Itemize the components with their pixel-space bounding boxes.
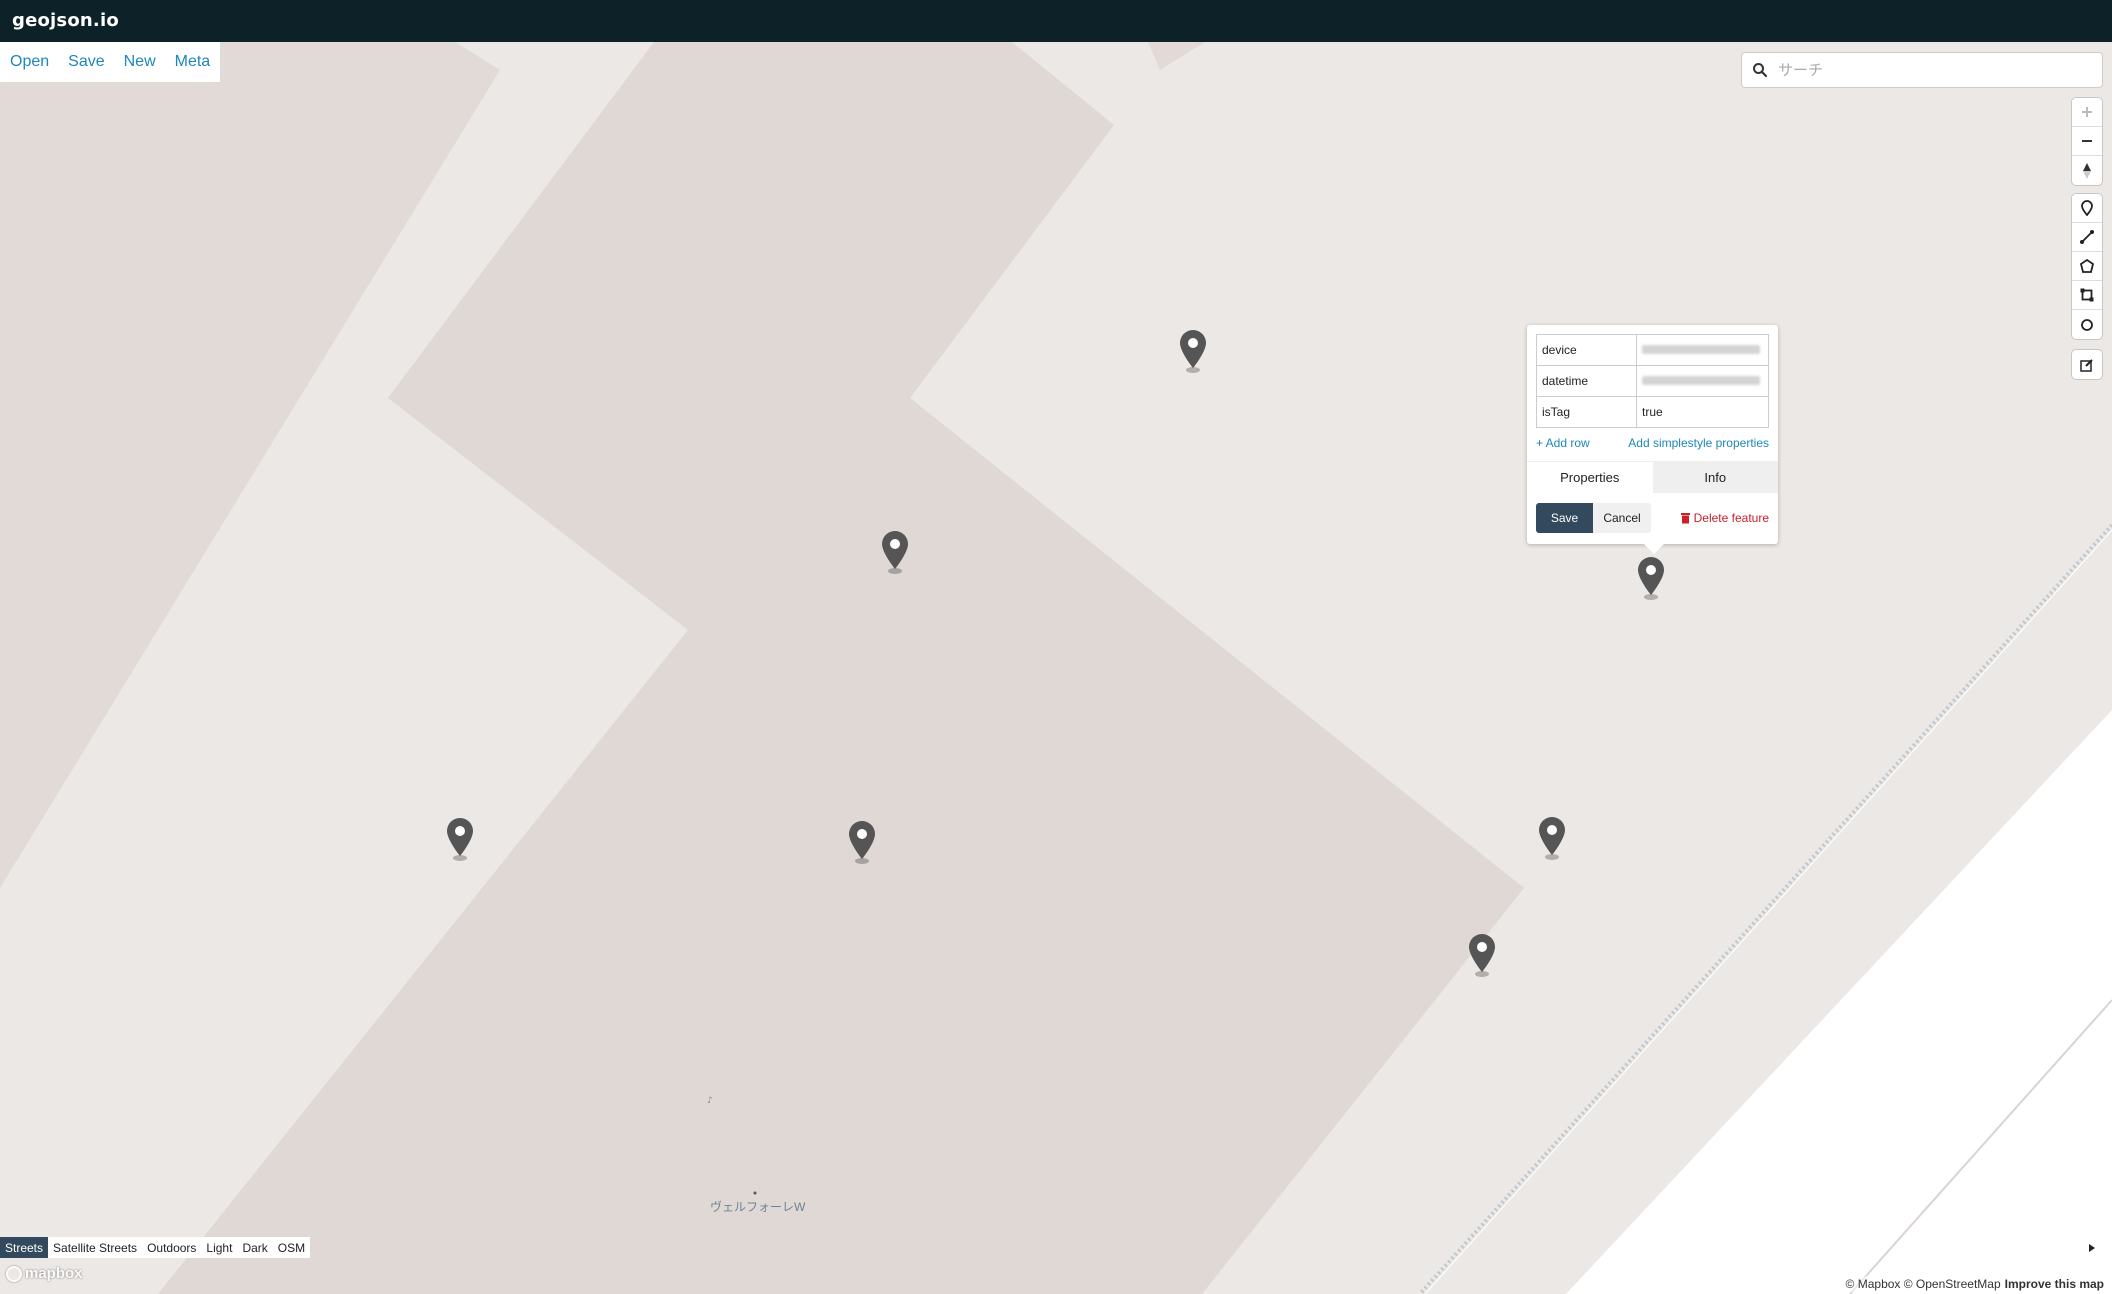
marker-icon: [2081, 200, 2093, 216]
app-title: geojson.io: [12, 10, 119, 31]
draw-circle-button[interactable]: [2072, 310, 2102, 339]
map-marker-pin[interactable]: [846, 819, 878, 867]
top-bar: geojson.io: [0, 0, 2112, 42]
property-value[interactable]: [1636, 365, 1769, 397]
map-attribution: © Mapbox © OpenStreetMap Improve this map: [1843, 1276, 2106, 1292]
map-marker-pin[interactable]: [1466, 932, 1498, 980]
attribution-text[interactable]: © Mapbox © OpenStreetMap: [1846, 1277, 2001, 1291]
add-simplestyle-link[interactable]: Add simplestyle properties: [1628, 436, 1769, 450]
draw-marker-button[interactable]: [2072, 194, 2102, 223]
open-menu-item[interactable]: Open: [10, 53, 49, 71]
table-row: isTag true: [1536, 396, 1769, 428]
caret-right-icon: [2089, 1243, 2095, 1252]
zoom-out-button[interactable]: [2072, 127, 2102, 156]
properties-table: device datetime isTag true: [1536, 334, 1769, 428]
file-menu: Open Save New Meta: [0, 42, 221, 82]
map-marker-pin-selected[interactable]: [1635, 555, 1667, 603]
property-key[interactable]: datetime: [1536, 365, 1637, 397]
popup-tip: [1644, 544, 1664, 554]
layer-satellite-streets[interactable]: Satellite Streets: [48, 1237, 142, 1258]
property-key[interactable]: device: [1536, 334, 1637, 366]
popup-tabs: Properties Info: [1527, 461, 1778, 493]
map-marker-pin[interactable]: [879, 529, 911, 577]
circle-icon: [2081, 318, 2093, 331]
search-input[interactable]: [1778, 61, 2078, 79]
redacted-value: [1642, 345, 1760, 354]
line-icon: [2080, 230, 2094, 244]
save-menu-item[interactable]: Save: [68, 53, 104, 71]
edit-button[interactable]: [2072, 350, 2102, 379]
add-row-link[interactable]: + Add row: [1536, 436, 1590, 450]
delete-feature-label: Delete feature: [1693, 511, 1769, 525]
property-value[interactable]: true: [1636, 396, 1769, 428]
mapbox-logo-text: mapbox: [25, 1265, 83, 1282]
zoom-controls: [2072, 98, 2102, 185]
map-place-label: ヴェルフォーレW: [710, 1200, 806, 1214]
feature-properties-popup: device datetime isTag true + Add row Add…: [1527, 325, 1778, 554]
map-base-layer: ♪: [0, 42, 2112, 1294]
layer-osm[interactable]: OSM: [273, 1237, 310, 1258]
improve-map-link[interactable]: Improve this map: [2005, 1277, 2104, 1291]
mapbox-logo-icon: [6, 1265, 22, 1282]
delete-feature-button[interactable]: Delete feature: [1680, 511, 1769, 525]
save-button[interactable]: Save: [1536, 503, 1593, 533]
layer-streets[interactable]: Streets: [0, 1237, 49, 1258]
layer-switcher: Streets Satellite Streets Outdoors Light…: [0, 1237, 311, 1258]
search-box: [1742, 53, 2102, 87]
svg-text:♪: ♪: [707, 1096, 713, 1106]
compass-icon: [2083, 162, 2091, 179]
table-row: datetime: [1536, 365, 1769, 397]
zoom-in-icon: [2082, 107, 2092, 117]
layer-dark[interactable]: Dark: [237, 1237, 272, 1258]
map-marker-pin[interactable]: [1536, 815, 1568, 863]
compass-button[interactable]: [2072, 156, 2102, 185]
draw-line-button[interactable]: [2072, 223, 2102, 252]
tab-info[interactable]: Info: [1652, 462, 1778, 493]
popup-links: + Add row Add simplestyle properties: [1536, 436, 1769, 450]
trash-icon: [1680, 513, 1690, 524]
search-icon: [1753, 63, 1768, 78]
property-key[interactable]: isTag: [1536, 396, 1637, 428]
zoom-out-icon: [2082, 140, 2092, 142]
cancel-button[interactable]: Cancel: [1593, 503, 1651, 533]
property-value[interactable]: [1636, 334, 1769, 366]
map-marker-pin[interactable]: [444, 816, 476, 864]
layer-outdoors[interactable]: Outdoors: [142, 1237, 201, 1258]
rectangle-icon: [2080, 288, 2094, 302]
redacted-value: [1642, 376, 1760, 385]
layer-light[interactable]: Light: [201, 1237, 237, 1258]
draw-toolbar: [2072, 194, 2102, 339]
polygon-icon: [2080, 259, 2094, 273]
collapse-pane-button[interactable]: [2072, 1237, 2112, 1258]
draw-polygon-button[interactable]: [2072, 252, 2102, 281]
map-canvas[interactable]: ♪ ヴェルフォーレW: [0, 42, 2112, 1294]
draw-rectangle-button[interactable]: [2072, 281, 2102, 310]
mapbox-logo[interactable]: mapbox: [6, 1265, 83, 1282]
edit-icon: [2080, 358, 2093, 372]
table-row: device: [1536, 334, 1769, 366]
new-menu-item[interactable]: New: [124, 53, 156, 71]
zoom-in-button[interactable]: [2072, 98, 2102, 127]
popup-actions: Save Cancel Delete feature: [1536, 503, 1769, 533]
tab-properties[interactable]: Properties: [1527, 462, 1653, 493]
map-marker-pin[interactable]: [1177, 328, 1209, 376]
meta-menu-item[interactable]: Meta: [175, 53, 211, 71]
edit-toolbar: [2072, 350, 2102, 379]
